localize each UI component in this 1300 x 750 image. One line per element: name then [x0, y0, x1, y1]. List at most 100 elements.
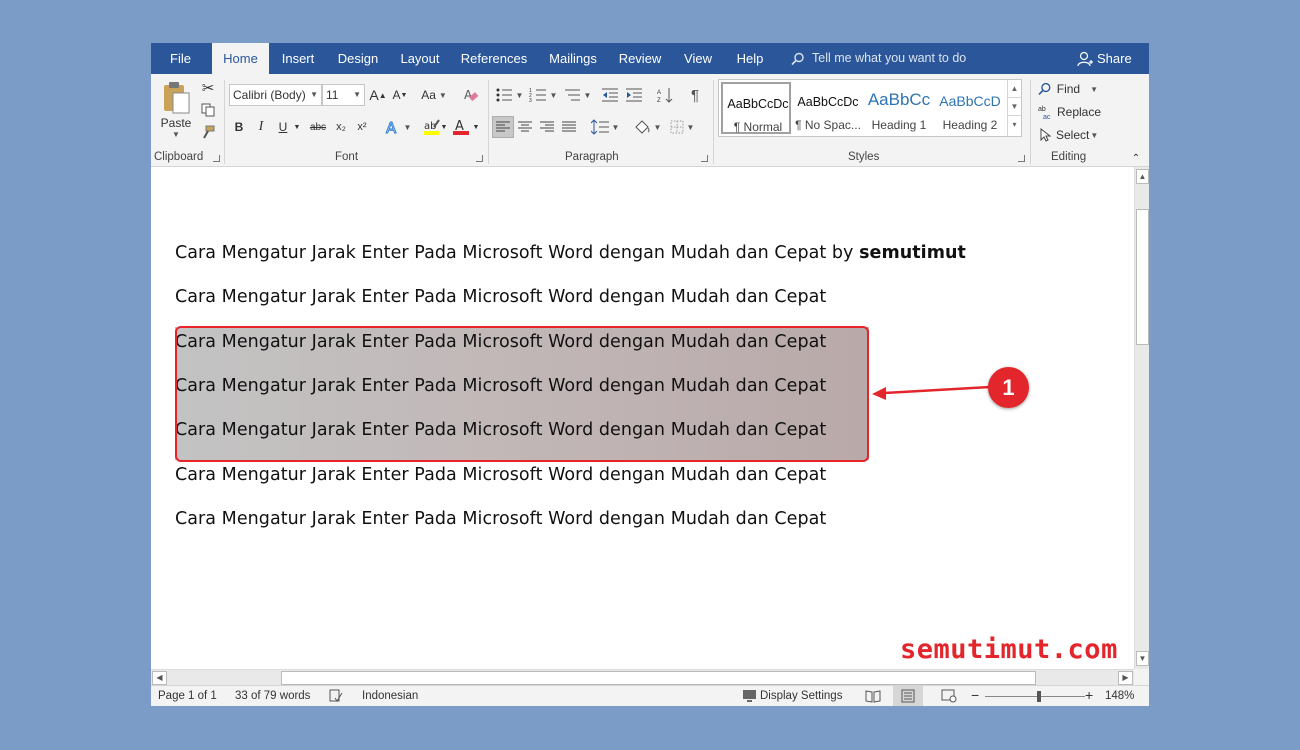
- tab-help[interactable]: Help: [730, 43, 770, 74]
- strikethrough-button[interactable]: abc: [307, 116, 329, 138]
- clear-formatting-icon[interactable]: A: [461, 84, 481, 106]
- style-normal[interactable]: AaBbCcDc ¶ Normal: [721, 82, 791, 134]
- document-page[interactable]: Cara Mengatur Jarak Enter Pada Microsoft…: [151, 167, 1134, 669]
- read-mode-icon[interactable]: [865, 689, 881, 706]
- tab-mailings[interactable]: Mailings: [543, 43, 603, 74]
- tab-home[interactable]: Home: [212, 43, 269, 74]
- web-layout-icon[interactable]: [941, 689, 957, 706]
- tab-file[interactable]: File: [151, 43, 210, 74]
- paragraph[interactable]: Cara Mengatur Jarak Enter Pada Microsoft…: [175, 243, 966, 263]
- style-heading-2[interactable]: AaBbCcD Heading 2: [935, 82, 1005, 134]
- italic-button[interactable]: I: [253, 116, 269, 138]
- font-size-combo[interactable]: 11 ▼: [322, 84, 365, 106]
- style-preview: AaBbCc: [867, 90, 931, 109]
- bullets-button[interactable]: ▼: [494, 84, 524, 106]
- tab-layout[interactable]: Layout: [396, 43, 444, 74]
- shading-button[interactable]: ▼: [631, 116, 663, 138]
- multilevel-list-button[interactable]: ▼: [562, 84, 592, 106]
- font-launcher-icon[interactable]: [476, 155, 483, 162]
- paragraph[interactable]: Cara Mengatur Jarak Enter Pada Microsoft…: [175, 509, 826, 529]
- chevron-down-icon[interactable]: ▼: [292, 116, 302, 138]
- align-center-icon[interactable]: [514, 116, 536, 138]
- subscript-button[interactable]: x₂: [332, 116, 350, 138]
- replace-button[interactable]: ab ac Replace: [1038, 102, 1108, 122]
- styles-launcher-icon[interactable]: [1018, 155, 1025, 162]
- paste-button[interactable]: Paste ▼: [159, 80, 193, 148]
- chevron-down-icon[interactable]: ▼: [1008, 98, 1021, 116]
- annotation-arrow: [872, 385, 991, 400]
- styles-gallery-scroll[interactable]: ▲ ▼ ▾: [1007, 80, 1021, 136]
- vertical-scroll-thumb[interactable]: [1136, 209, 1149, 345]
- style-name: ¶ No Spac...: [795, 118, 861, 132]
- language[interactable]: Indonesian: [362, 690, 418, 702]
- display-settings-button[interactable]: [742, 689, 758, 706]
- chevron-down-icon[interactable]: ▼: [471, 116, 481, 138]
- page-count[interactable]: Page 1 of 1: [158, 690, 217, 702]
- text-effects-button[interactable]: A ▼: [383, 116, 413, 138]
- style-heading-1[interactable]: AaBbCc Heading 1: [864, 82, 934, 134]
- font-color-button[interactable]: A: [451, 116, 471, 138]
- clipboard-launcher-icon[interactable]: [213, 155, 220, 162]
- more-styles-icon[interactable]: ▾: [1008, 116, 1021, 134]
- clipboard-group-label: Clipboard: [154, 151, 204, 163]
- display-settings-label[interactable]: Display Settings: [760, 690, 842, 702]
- shrink-font-icon[interactable]: A ▼: [391, 84, 409, 106]
- horizontal-scroll-thumb[interactable]: [281, 671, 1036, 685]
- format-painter-icon[interactable]: [200, 123, 216, 141]
- scroll-right-icon[interactable]: ▶: [1118, 671, 1133, 685]
- horizontal-scrollbar[interactable]: ◀ ▶: [151, 669, 1134, 685]
- underline-button[interactable]: U: [275, 116, 291, 138]
- chevron-up-icon[interactable]: ▲: [1008, 80, 1021, 98]
- select-button[interactable]: Select ▼: [1038, 125, 1108, 145]
- align-right-icon[interactable]: [536, 116, 558, 138]
- chevron-down-icon: ▼: [583, 90, 592, 100]
- tab-view[interactable]: View: [678, 43, 718, 74]
- collapse-ribbon-icon[interactable]: ⌃: [1129, 151, 1143, 165]
- paragraph-launcher-icon[interactable]: [701, 155, 708, 162]
- scroll-left-icon[interactable]: ◀: [152, 671, 167, 685]
- font-name-combo[interactable]: Calibri (Body) ▼: [229, 84, 322, 106]
- align-left-icon: [496, 121, 510, 132]
- borders-button[interactable]: ▼: [666, 116, 698, 138]
- zoom-slider-thumb[interactable]: [1037, 691, 1041, 702]
- paragraph[interactable]: Cara Mengatur Jarak Enter Pada Microsoft…: [175, 287, 826, 307]
- zoom-in-button[interactable]: +: [1085, 687, 1093, 703]
- zoom-level[interactable]: 148%: [1105, 690, 1134, 702]
- zoom-out-button[interactable]: −: [971, 687, 979, 703]
- tab-insert[interactable]: Insert: [275, 43, 321, 74]
- proofing-icon[interactable]: [329, 689, 343, 706]
- line-spacing-icon: [590, 119, 609, 135]
- line-spacing-button[interactable]: ▼: [589, 116, 621, 138]
- numbering-button[interactable]: 1 2 3 ▼: [528, 84, 558, 106]
- paragraph[interactable]: Cara Mengatur Jarak Enter Pada Microsoft…: [175, 465, 826, 485]
- chevron-down-icon[interactable]: ▼: [439, 116, 449, 138]
- align-left-button[interactable]: [492, 116, 514, 138]
- grow-font-icon[interactable]: A ▲: [369, 84, 387, 106]
- scroll-down-icon[interactable]: ▼: [1136, 651, 1149, 666]
- tab-design[interactable]: Design: [333, 43, 383, 74]
- increase-indent-icon[interactable]: [624, 84, 644, 106]
- bold-button[interactable]: B: [231, 116, 247, 138]
- copy-icon[interactable]: [200, 101, 216, 119]
- superscript-button[interactable]: x²: [353, 116, 371, 138]
- show-formatting-button[interactable]: ¶: [685, 84, 705, 106]
- scroll-up-icon[interactable]: ▲: [1136, 169, 1149, 184]
- style-no-spacing[interactable]: AaBbCcDc ¶ No Spac...: [793, 82, 863, 134]
- decrease-indent-icon[interactable]: [600, 84, 620, 106]
- justify-icon[interactable]: [558, 116, 580, 138]
- cut-icon[interactable]: ✂: [200, 79, 216, 97]
- share-button[interactable]: Share: [1077, 43, 1132, 74]
- chevron-down-icon: ▼: [353, 90, 361, 99]
- sort-icon[interactable]: AZ: [655, 84, 675, 106]
- word-count[interactable]: 33 of 79 words: [235, 690, 310, 702]
- tell-me-box[interactable]: Tell me what you want to do: [791, 43, 966, 74]
- ribbon: Paste ▼ ✂ Clipboard Calibri (Body) ▼ 11 ▼ …: [151, 74, 1149, 167]
- change-case-button[interactable]: Aa ▼: [419, 84, 449, 106]
- find-button[interactable]: Find ▼: [1038, 79, 1098, 99]
- paste-label: Paste: [160, 116, 192, 130]
- zoom-slider-track[interactable]: [985, 696, 1085, 697]
- tab-review[interactable]: Review: [615, 43, 665, 74]
- print-layout-icon[interactable]: [893, 686, 923, 706]
- vertical-scrollbar[interactable]: ▲ ▼: [1134, 167, 1149, 669]
- tab-references[interactable]: References: [458, 43, 530, 74]
